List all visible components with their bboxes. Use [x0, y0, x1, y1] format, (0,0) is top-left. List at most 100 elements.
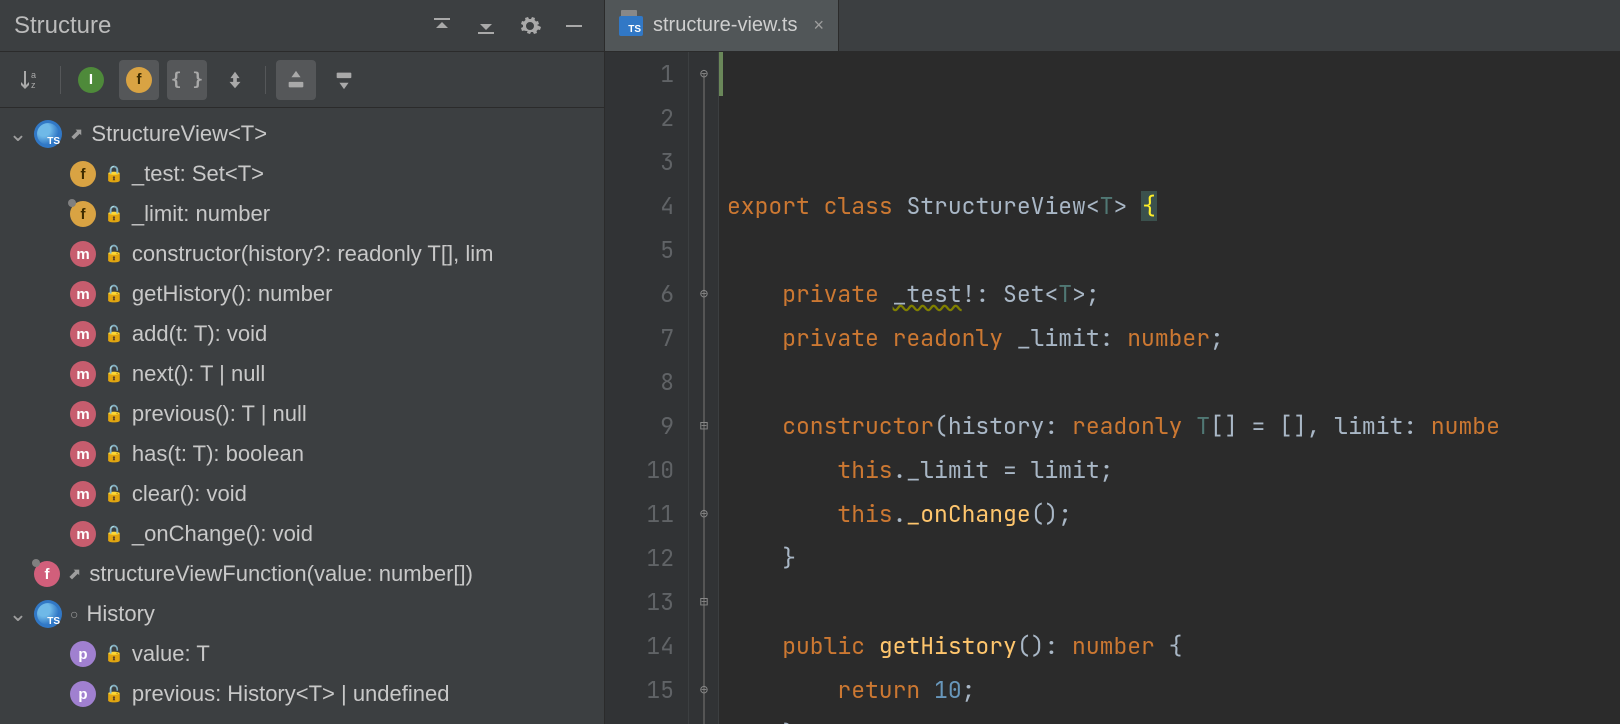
code-line[interactable] — [727, 228, 1620, 272]
close-tab-icon[interactable]: × — [813, 15, 824, 36]
tree-row[interactable]: m🔓next(): T | null — [0, 354, 604, 394]
tree-item-label: previous: History<T> | undefined — [132, 681, 450, 707]
chevron-spacer — [8, 561, 28, 587]
fold-toggle-icon[interactable]: ⊟ — [695, 417, 713, 435]
fold-toggle-icon[interactable]: ⊖ — [695, 65, 713, 83]
tree-item-label: value: T — [132, 641, 210, 667]
tree-item-label: _limit: number — [132, 201, 270, 227]
line-number[interactable]: 12 — [605, 536, 674, 580]
line-number[interactable]: 1 — [605, 52, 674, 96]
tree-item-label: previous(): T | null — [132, 401, 307, 427]
fold-toggle-icon[interactable]: ⊟ — [695, 593, 713, 611]
tree-item-label: has(t: T): boolean — [132, 441, 304, 467]
tab-filename: structure-view.ts — [653, 14, 797, 37]
fold-gutter[interactable]: ⊖ ⊖ ⊟ ⊖ ⊟ ⊖ — [689, 52, 719, 724]
method-icon: m — [70, 241, 96, 267]
public-unlock-icon: 🔓 — [104, 444, 124, 464]
structure-tree[interactable]: ⌄TS⬈StructureView<T>f🔒_test: Set<T>f🔒_li… — [0, 108, 604, 724]
tree-row[interactable]: f🔒_test: Set<T> — [0, 154, 604, 194]
line-number[interactable]: 15 — [605, 668, 674, 712]
code-text[interactable]: export class StructureView<T> { private … — [719, 52, 1620, 724]
line-number[interactable]: 3 — [605, 140, 674, 184]
function-icon: f — [34, 561, 60, 587]
line-number[interactable]: 5 — [605, 228, 674, 272]
expand-all-icon[interactable] — [422, 6, 462, 46]
svg-text:z: z — [31, 80, 36, 90]
line-number[interactable]: 8 — [605, 360, 674, 404]
public-unlock-icon: 🔓 — [104, 284, 124, 304]
autoscroll-from-source-toggle[interactable] — [324, 60, 364, 100]
export-icon: ⬈ — [68, 564, 81, 584]
tree-row[interactable]: m🔓constructor(history?: readonly T[], li… — [0, 234, 604, 274]
tree-row[interactable]: ⌄TS○History — [0, 594, 604, 634]
tree-row[interactable]: m🔒_onChange(): void — [0, 514, 604, 554]
public-unlock-icon: 🔓 — [104, 684, 124, 704]
tree-row[interactable]: m🔓previous(): T | null — [0, 394, 604, 434]
structure-panel: Structure az I f { } — [0, 0, 605, 724]
tree-item-label: next(): T | null — [132, 361, 265, 387]
chevron-down-icon[interactable]: ⌄ — [8, 121, 28, 147]
chevron-down-icon[interactable]: ⌄ — [8, 601, 28, 627]
tree-row[interactable]: m🔓clear(): void — [0, 474, 604, 514]
code-line[interactable]: public getHistory(): number { — [727, 624, 1620, 668]
code-line[interactable]: } — [727, 536, 1620, 580]
code-line[interactable] — [727, 360, 1620, 404]
interface-marker-icon: ○ — [70, 606, 78, 622]
minimize-icon[interactable] — [554, 6, 594, 46]
code-area: 123456789101112131415 ⊖⊖⊟⊖⊟⊖ export clas… — [605, 52, 1620, 724]
code-line[interactable]: constructor(history: readonly T[] = [], … — [727, 404, 1620, 448]
code-line[interactable]: this._limit = limit; — [727, 448, 1620, 492]
line-number[interactable]: 6 — [605, 272, 674, 316]
method-icon: m — [70, 521, 96, 547]
show-anonymous-toggle[interactable]: { } — [167, 60, 207, 100]
private-lock-icon: 🔒 — [104, 164, 124, 184]
field-icon: f — [70, 161, 96, 187]
tree-row[interactable]: m🔓getHistory(): number — [0, 274, 604, 314]
tree-row[interactable]: m🔓has(t: T): boolean — [0, 434, 604, 474]
structure-toolbar: az I f { } — [0, 52, 604, 108]
code-line[interactable] — [727, 580, 1620, 624]
sort-alpha-button[interactable]: az — [10, 60, 50, 100]
structure-panel-header: Structure — [0, 0, 604, 52]
settings-gear-icon[interactable] — [510, 6, 550, 46]
code-line[interactable]: this._onChange(); — [727, 492, 1620, 536]
code-line[interactable]: private _test!: Set<T>; — [727, 272, 1620, 316]
code-line[interactable]: export class StructureView<T> { — [727, 184, 1620, 228]
interface-badge-icon: I — [78, 67, 104, 93]
editor-tab[interactable]: TS structure-view.ts × — [605, 0, 839, 51]
line-number[interactable]: 13 — [605, 580, 674, 624]
toolbar-separator — [265, 66, 266, 94]
code-line[interactable]: } — [727, 712, 1620, 724]
tree-row[interactable]: ⌄TS⬈StructureView<T> — [0, 114, 604, 154]
public-unlock-icon: 🔓 — [104, 364, 124, 384]
public-unlock-icon: 🔓 — [104, 404, 124, 424]
line-number[interactable]: 2 — [605, 96, 674, 140]
line-number[interactable]: 10 — [605, 448, 674, 492]
line-number-gutter[interactable]: 123456789101112131415 — [605, 52, 689, 724]
show-interfaces-toggle[interactable]: I — [71, 60, 111, 100]
tree-row[interactable]: m🔓add(t: T): void — [0, 314, 604, 354]
property-icon: p — [70, 681, 96, 707]
tree-row[interactable]: f⬈structureViewFunction(value: number[]) — [0, 554, 604, 594]
inherited-members-toggle[interactable] — [215, 60, 255, 100]
line-number[interactable]: 14 — [605, 624, 674, 668]
tree-item-label: getHistory(): number — [132, 281, 333, 307]
tree-row[interactable]: p 🔓 previous: History<T> | undefined — [0, 674, 604, 714]
line-number[interactable]: 7 — [605, 316, 674, 360]
code-line[interactable]: private readonly _limit: number; — [727, 316, 1620, 360]
fold-guide-line — [703, 74, 705, 724]
fold-toggle-icon[interactable]: ⊖ — [695, 285, 713, 303]
public-unlock-icon: 🔓 — [104, 484, 124, 504]
tree-item-label: clear(): void — [132, 481, 247, 507]
fold-toggle-icon[interactable]: ⊖ — [695, 505, 713, 523]
show-fields-toggle[interactable]: f — [119, 60, 159, 100]
collapse-all-icon[interactable] — [466, 6, 506, 46]
code-line[interactable]: return 10; — [727, 668, 1620, 712]
fold-toggle-icon[interactable]: ⊖ — [695, 681, 713, 699]
line-number[interactable]: 4 — [605, 184, 674, 228]
autoscroll-to-source-toggle[interactable] — [276, 60, 316, 100]
line-number[interactable]: 11 — [605, 492, 674, 536]
tree-row[interactable]: f🔒_limit: number — [0, 194, 604, 234]
line-number[interactable]: 9 — [605, 404, 674, 448]
tree-row[interactable]: p🔓value: T — [0, 634, 604, 674]
